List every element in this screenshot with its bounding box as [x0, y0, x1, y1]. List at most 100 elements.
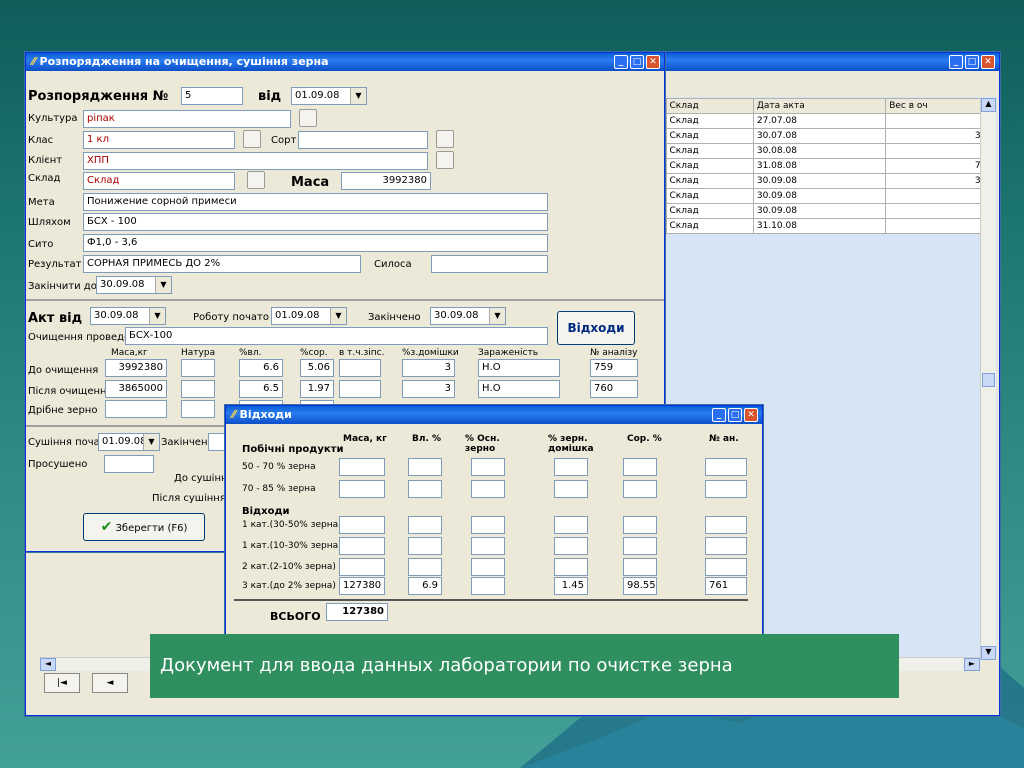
client-picker-button[interactable]: [436, 151, 454, 169]
result-field[interactable]: СОРНАЯ ПРИМЕСЬ ДО 2%: [83, 255, 361, 273]
waste-value-field[interactable]: [554, 480, 588, 498]
waste-value-field[interactable]: [471, 480, 505, 498]
grid-cell[interactable]: 30.09.08: [752, 203, 887, 219]
waste-value-field[interactable]: [408, 558, 442, 576]
act-date-combo[interactable]: 30.09.08 ▼: [90, 307, 166, 325]
waste-value-field[interactable]: [623, 516, 657, 534]
lab-value-field[interactable]: [339, 380, 381, 398]
waste-value-field[interactable]: [339, 516, 385, 534]
sort-field[interactable]: [298, 131, 428, 149]
waste-value-field[interactable]: 761: [705, 577, 747, 595]
grid-cell[interactable]: Склад: [665, 218, 754, 234]
sieve-field[interactable]: Ф1,0 - 3,6: [83, 234, 548, 252]
goal-field[interactable]: Понижение сорной примеси: [83, 193, 548, 211]
waste-value-field[interactable]: [339, 558, 385, 576]
waste-value-field[interactable]: 127380: [339, 577, 385, 595]
waste-value-field[interactable]: [339, 480, 385, 498]
grid-cell[interactable]: Склад: [665, 173, 754, 189]
warehouse-picker-button[interactable]: [247, 171, 265, 189]
maximize-button[interactable]: □: [965, 55, 979, 69]
lab-value-field[interactable]: 3865000: [105, 380, 167, 398]
grid-cell[interactable]: 31.08.08: [752, 158, 887, 174]
close-button[interactable]: ✕: [646, 55, 660, 69]
class-field[interactable]: 1 кл: [83, 131, 235, 149]
chevron-down-icon[interactable]: ▼: [149, 308, 165, 324]
lab-value-field[interactable]: Н.О: [478, 380, 560, 398]
waste-value-field[interactable]: 6.9: [408, 577, 442, 595]
lab-value-field[interactable]: [339, 359, 381, 377]
waste-value-field[interactable]: [623, 537, 657, 555]
waste-value-field[interactable]: [408, 480, 442, 498]
culture-field[interactable]: ріпак: [83, 110, 291, 128]
lab-value-field[interactable]: 6.5: [239, 380, 283, 398]
waste-value-field[interactable]: [471, 577, 505, 595]
chevron-down-icon[interactable]: ▼: [489, 308, 505, 324]
order-number-field[interactable]: 5: [181, 87, 243, 105]
scroll-left-icon[interactable]: ◄: [40, 658, 56, 671]
finish-date-combo[interactable]: 30.09.08 ▼: [96, 276, 172, 294]
dried-field[interactable]: [104, 455, 154, 473]
grid-cell[interactable]: Склад: [665, 128, 754, 144]
grid-cell[interactable]: 30.08.08: [752, 143, 887, 159]
grid-cell[interactable]: Склад: [665, 143, 754, 159]
waste-button[interactable]: Відходи: [557, 311, 635, 345]
grid-cell[interactable]: 27.07.08: [752, 113, 887, 129]
drying-started-combo[interactable]: 01.09.08 ▼: [98, 433, 160, 451]
class-picker-button[interactable]: [243, 130, 261, 148]
lab-value-field[interactable]: 3: [402, 359, 455, 377]
chevron-down-icon[interactable]: ▼: [350, 88, 366, 104]
waste-value-field[interactable]: [554, 458, 588, 476]
grid-cell[interactable]: 30.09.08: [752, 173, 887, 189]
close-button[interactable]: ✕: [981, 55, 995, 69]
waste-value-field[interactable]: [408, 537, 442, 555]
waste-value-field[interactable]: [705, 558, 747, 576]
lab-value-field[interactable]: [181, 400, 215, 418]
waste-value-field[interactable]: 1.45: [554, 577, 588, 595]
waste-value-field[interactable]: [623, 458, 657, 476]
scroll-down-icon[interactable]: ▼: [981, 646, 996, 660]
lab-value-field[interactable]: 1.97: [300, 380, 334, 398]
lab-value-field[interactable]: 6.6: [239, 359, 283, 377]
lab-value-field[interactable]: [181, 359, 215, 377]
grid-cell[interactable]: Склад: [665, 158, 754, 174]
waste-value-field[interactable]: [339, 537, 385, 555]
close-button[interactable]: ✕: [744, 408, 758, 422]
grid-header-cell[interactable]: Склад: [665, 98, 754, 114]
waste-value-field[interactable]: [471, 516, 505, 534]
grid-cell[interactable]: Склад: [665, 113, 754, 129]
waste-value-field[interactable]: [623, 480, 657, 498]
waste-value-field[interactable]: [705, 516, 747, 534]
minimize-button[interactable]: _: [614, 55, 628, 69]
waste-value-field[interactable]: [408, 458, 442, 476]
nav-prev-button[interactable]: ◄: [92, 673, 128, 693]
finished-combo[interactable]: 30.09.08 ▼: [430, 307, 506, 325]
way-field[interactable]: БСХ - 100: [83, 213, 548, 231]
culture-picker-button[interactable]: [299, 109, 317, 127]
waste-value-field[interactable]: [471, 537, 505, 555]
cleaning-by-field[interactable]: БСХ-100: [125, 327, 548, 345]
maximize-button[interactable]: □: [630, 55, 644, 69]
waste-value-field[interactable]: [471, 558, 505, 576]
grid-cell[interactable]: Склад: [665, 203, 754, 219]
work-started-combo[interactable]: 01.09.08 ▼: [271, 307, 347, 325]
waste-value-field[interactable]: [554, 537, 588, 555]
chevron-down-icon[interactable]: ▼: [330, 308, 346, 324]
waste-value-field[interactable]: [705, 458, 747, 476]
lab-value-field[interactable]: Н.О: [478, 359, 560, 377]
lab-value-field[interactable]: 3992380: [105, 359, 167, 377]
waste-value-field[interactable]: [554, 558, 588, 576]
waste-value-field[interactable]: 98.55: [623, 577, 657, 595]
minimize-button[interactable]: _: [949, 55, 963, 69]
grid-cell[interactable]: Склад: [665, 188, 754, 204]
nav-first-button[interactable]: |◄: [44, 673, 80, 693]
maximize-button[interactable]: □: [728, 408, 742, 422]
lab-value-field[interactable]: 5.06: [300, 359, 334, 377]
chevron-down-icon[interactable]: ▼: [155, 277, 171, 293]
save-button[interactable]: ✔ Зберегти (F6): [83, 513, 205, 541]
grid-cell[interactable]: 30.07.08: [752, 128, 887, 144]
silo-field[interactable]: [431, 255, 548, 273]
lab-value-field[interactable]: [105, 400, 167, 418]
waste-value-field[interactable]: [554, 516, 588, 534]
order-date-combo[interactable]: 01.09.08 ▼: [291, 87, 367, 105]
scroll-thumb[interactable]: [982, 373, 995, 387]
